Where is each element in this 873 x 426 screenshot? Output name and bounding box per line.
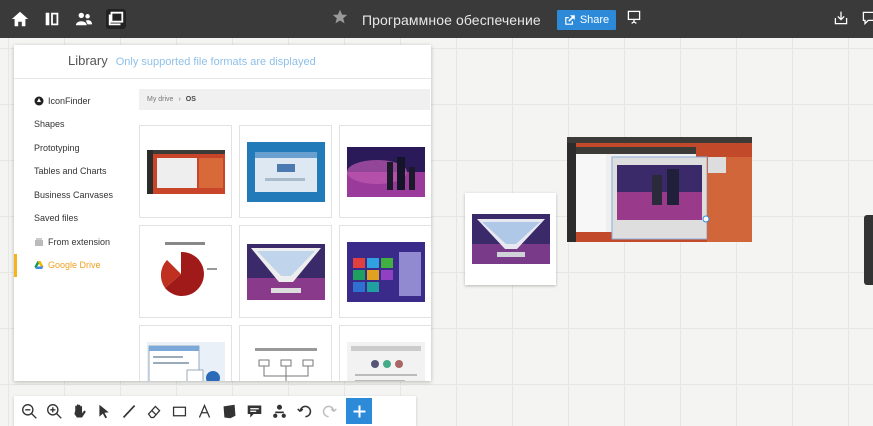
add-button[interactable]: [346, 398, 372, 424]
file-thumbnail[interactable]: [339, 225, 431, 318]
library-icon[interactable]: [106, 9, 126, 29]
file-thumbnail[interactable]: [239, 125, 332, 218]
eraser-icon[interactable]: [142, 399, 166, 423]
undo-icon[interactable]: [292, 399, 316, 423]
library-nav: IconFinder Shapes Prototyping Tables and…: [14, 89, 124, 277]
file-thumbnail[interactable]: [339, 125, 431, 218]
nav-item-label: Prototyping: [34, 142, 80, 153]
extension-icon: [35, 237, 43, 246]
library-subtitle: Only supported file formats are displaye…: [115, 56, 316, 68]
file-thumbnail[interactable]: [139, 125, 232, 218]
library-title: Library: [68, 53, 108, 68]
plus-icon: [353, 405, 365, 417]
comments-icon[interactable]: [861, 10, 873, 31]
nav-item-saved-files[interactable]: Saved files: [14, 207, 124, 231]
nav-item-label: Google Drive: [48, 260, 101, 271]
file-thumbnail[interactable]: [239, 325, 332, 381]
nav-item-prototyping[interactable]: Prototyping: [14, 136, 124, 160]
canvas-image-mac-screenshot[interactable]: [465, 193, 556, 285]
nav-item-label: Shapes: [34, 119, 65, 130]
breadcrumb-root[interactable]: My drive: [147, 96, 173, 103]
breadcrumb-current: OS: [185, 96, 196, 103]
zoom-out-icon[interactable]: [17, 399, 41, 423]
canvas-image-ubuntu-screenshot[interactable]: [567, 137, 752, 242]
nav-item-business-canvases[interactable]: Business Canvases: [14, 183, 124, 207]
breadcrumb-separator: ›: [178, 96, 181, 103]
nav-item-tables-charts[interactable]: Tables and Charts: [14, 160, 124, 184]
file-thumbnail[interactable]: [239, 225, 332, 318]
nav-item-label: Tables and Charts: [34, 166, 107, 177]
file-thumbnail[interactable]: [139, 325, 232, 381]
nav-item-label: Saved files: [34, 213, 79, 224]
top-bar: Программное обеспечение Share: [0, 0, 873, 38]
bottom-toolbar: [14, 396, 416, 426]
rectangle-icon[interactable]: [167, 399, 191, 423]
share-label: Share: [579, 13, 610, 26]
zoom-in-icon[interactable]: [42, 399, 66, 423]
google-drive-icon: [34, 261, 44, 270]
iconfinder-icon: [34, 96, 44, 106]
side-panel-tab[interactable]: [864, 215, 873, 285]
library-panel: Library Only supported file formats are …: [14, 45, 431, 381]
breadcrumb: My drive › OS: [139, 89, 430, 110]
file-thumbnail[interactable]: [139, 225, 232, 318]
hand-icon[interactable]: [67, 399, 91, 423]
share-button[interactable]: Share: [556, 9, 617, 30]
export-icon[interactable]: [833, 10, 849, 31]
nav-item-label: From extension: [48, 236, 111, 247]
redo-icon[interactable]: [317, 399, 341, 423]
nav-item-label: Business Canvases: [34, 189, 114, 200]
divider: [14, 78, 431, 79]
select-cursor-icon[interactable]: [92, 399, 116, 423]
collaborators-icon[interactable]: [74, 9, 94, 29]
presentation-icon[interactable]: [626, 9, 642, 30]
nav-item-from-extension[interactable]: From extension: [14, 230, 124, 254]
nav-item-shapes[interactable]: Shapes: [14, 113, 124, 137]
star-icon[interactable]: [332, 9, 348, 30]
nav-item-google-drive[interactable]: Google Drive: [14, 253, 124, 277]
home-icon[interactable]: [10, 9, 30, 29]
board-title[interactable]: Программное обеспечение: [362, 12, 541, 28]
boards-icon[interactable]: [42, 9, 62, 29]
text-icon[interactable]: [192, 399, 216, 423]
pen-icon[interactable]: [117, 399, 141, 423]
nav-item-iconfinder[interactable]: IconFinder: [14, 89, 124, 113]
nav-item-label: IconFinder: [48, 95, 91, 106]
file-thumbnail[interactable]: [339, 325, 431, 381]
sticky-note-icon[interactable]: [217, 399, 241, 423]
share-icon: [565, 14, 575, 25]
org-chart-icon[interactable]: [267, 399, 291, 423]
comment-icon[interactable]: [242, 399, 266, 423]
